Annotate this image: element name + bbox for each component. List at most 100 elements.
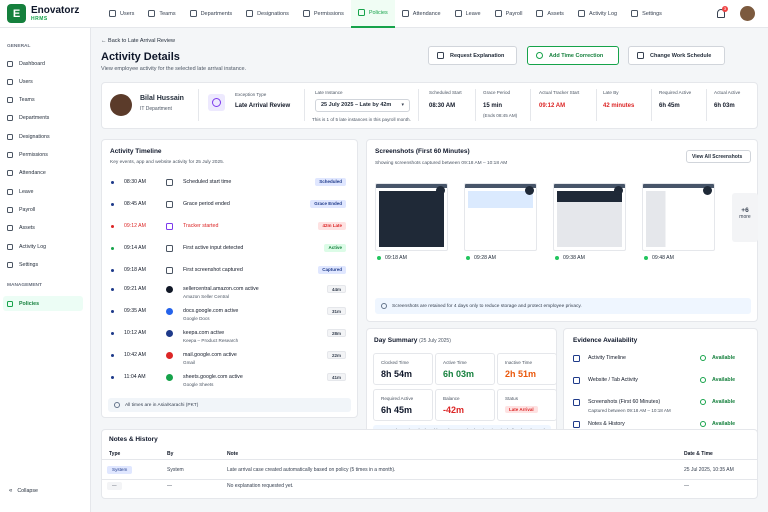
actual-active-label: Actual Active xyxy=(714,90,741,95)
screenshot-time: 09:18 AM xyxy=(377,255,407,261)
request-explanation-button[interactable]: Request Explanation xyxy=(428,46,517,65)
sidebar-item-label: Policies xyxy=(19,300,40,307)
type-badge: System xyxy=(107,466,133,474)
sidebar-item-dashboard[interactable]: Dashboard xyxy=(3,56,83,71)
sidebar-item-policies[interactable]: Policies xyxy=(3,296,83,311)
tracker-start-value: 09:12 AM xyxy=(539,103,566,109)
tab-users[interactable]: Users xyxy=(102,0,141,28)
tab-assets[interactable]: Assets xyxy=(529,0,571,28)
zoom-icon[interactable] xyxy=(614,186,623,195)
sidebar-item-permissions[interactable]: Permissions xyxy=(3,148,83,163)
check-circle-icon xyxy=(700,421,706,427)
stat-value: 6h 45m xyxy=(381,405,413,415)
evidence-status: Available xyxy=(700,377,735,383)
timeline-time: 10:42 AM xyxy=(124,352,146,358)
timeline-row: 08:30 AM Scheduled start time Scheduled xyxy=(102,174,354,196)
sidebar-item-settings[interactable]: Settings xyxy=(3,257,83,272)
timeline-dot xyxy=(111,354,114,357)
user-avatar[interactable] xyxy=(740,6,755,21)
info-icon xyxy=(381,303,387,309)
note-text: No explanation requested yet. xyxy=(227,483,294,489)
collapse-button[interactable]: « Collapse xyxy=(9,488,38,494)
stat-value: 8h 54m xyxy=(381,369,413,379)
scheduled-start-label: Scheduled Start xyxy=(429,90,462,95)
tab-settings[interactable]: Settings xyxy=(624,0,669,28)
gmail-icon xyxy=(166,352,173,359)
timeline-label: docs.google.com active xyxy=(183,308,239,314)
status-badge: Late Arrival xyxy=(505,406,538,413)
timeline-time: 09:21 AM xyxy=(124,286,146,292)
zoom-icon[interactable] xyxy=(703,186,712,195)
screenshot-thumbnail[interactable] xyxy=(464,183,537,251)
stat-value: -42m xyxy=(443,405,465,415)
view-all-screenshots-button[interactable]: View All Screenshots xyxy=(686,150,751,163)
sidebar-item-users[interactable]: Users xyxy=(3,74,83,89)
stat-label: Clocked Time xyxy=(381,360,409,365)
building-icon xyxy=(7,115,13,122)
tab-leave[interactable]: Leave xyxy=(448,0,488,28)
evidence-status: Available xyxy=(700,399,735,405)
stat-balance: Balance -42m xyxy=(435,389,495,421)
screenshot-thumbnail[interactable] xyxy=(553,183,626,251)
tab-payroll[interactable]: Payroll xyxy=(488,0,530,28)
tab-teams[interactable]: Teams xyxy=(141,0,182,28)
timeline-row: 09:35 AM docs.google.com active Google Doc… xyxy=(102,306,354,328)
teams-icon xyxy=(7,97,13,104)
browser-icon xyxy=(573,377,580,384)
tab-attendance[interactable]: Attendance xyxy=(395,0,448,28)
logo-mark: E xyxy=(7,4,26,23)
check-circle-icon xyxy=(700,355,706,361)
add-time-correction-button[interactable]: Add Time Correction xyxy=(527,46,619,65)
key-icon xyxy=(302,10,310,17)
timeline-sublabel: Amazon Seller Central xyxy=(183,294,229,299)
stat-label: Balance xyxy=(443,396,460,401)
employee-name: Bilal Hussain xyxy=(140,95,184,102)
day-summary-title: Day Summary (25 July 2025) xyxy=(374,337,451,344)
sidebar-item-attendance[interactable]: Attendance xyxy=(3,166,83,181)
tab-policies[interactable]: Policies xyxy=(350,0,395,28)
timeline-badge: 42m Late xyxy=(318,222,346,230)
badge-icon xyxy=(7,133,13,140)
sidebar-item-designations[interactable]: Designations xyxy=(3,129,83,144)
more-screenshots-button[interactable]: +6 more xyxy=(732,193,758,242)
message-icon xyxy=(437,52,444,59)
zoom-icon[interactable] xyxy=(525,186,534,195)
sidebar-item-teams[interactable]: Teams xyxy=(3,93,83,108)
sidebar-item-leave[interactable]: Leave xyxy=(3,184,83,199)
timeline-label: Grace period ended xyxy=(183,201,230,207)
col-type: Type xyxy=(109,451,121,457)
stat-label: Inactive Time xyxy=(505,360,533,365)
screenshot-thumbnail[interactable] xyxy=(375,183,448,251)
sidebar-item-activity-log[interactable]: Activity Log xyxy=(3,239,83,254)
change-work-schedule-button[interactable]: Change Work Schedule xyxy=(628,46,725,65)
back-link[interactable]: ← Back to Late Arrival Review xyxy=(101,38,175,44)
timeline-badge: 28m xyxy=(326,329,346,337)
sidebar-item-departments[interactable]: Departments xyxy=(3,111,83,126)
screenshot-retention-note: Screenshots are retained for 4 days only… xyxy=(375,298,751,314)
stat-value: 2h 51m xyxy=(505,369,537,379)
evidence-sublabel: Captured between 09:18 AM – 10:18 AM xyxy=(588,408,671,413)
late-instance-select[interactable]: 25 July 2025 – Late by 42m ▾ xyxy=(315,99,410,112)
zoom-icon[interactable] xyxy=(436,186,445,195)
note-text: Late arrival case created automatically … xyxy=(227,467,396,473)
tab-designations[interactable]: Designations xyxy=(239,0,296,28)
sidebar-item-label: Teams xyxy=(19,97,35,104)
google-docs-icon xyxy=(166,308,173,315)
tab-departments[interactable]: Departments xyxy=(183,0,240,28)
timeline-row: 11:04 AM sheets.google.com active Google S… xyxy=(102,372,354,394)
app-logo[interactable]: E Enovatorz HRMS xyxy=(0,4,92,23)
sidebar-item-label: Leave xyxy=(19,188,34,195)
tab-permissions[interactable]: Permissions xyxy=(296,0,351,28)
timeline-label: mail.google.com active xyxy=(183,352,237,358)
sidebar-item-payroll[interactable]: Payroll xyxy=(3,202,83,217)
tab-activity-log[interactable]: Activity Log xyxy=(571,0,624,28)
building-icon xyxy=(189,10,197,17)
top-nav: Users Teams Departments Designations Permiss… xyxy=(102,0,669,28)
keyboard-icon xyxy=(166,245,173,252)
screenshot-thumbnail[interactable] xyxy=(642,183,715,251)
sidebar-item-label: Settings xyxy=(19,261,39,268)
late-instance-note: This is 1 of 5 late instances in this pa… xyxy=(312,117,411,122)
sidebar-item-assets[interactable]: Assets xyxy=(3,221,83,236)
check-circle-icon xyxy=(700,399,706,405)
col-by: By xyxy=(167,451,174,457)
